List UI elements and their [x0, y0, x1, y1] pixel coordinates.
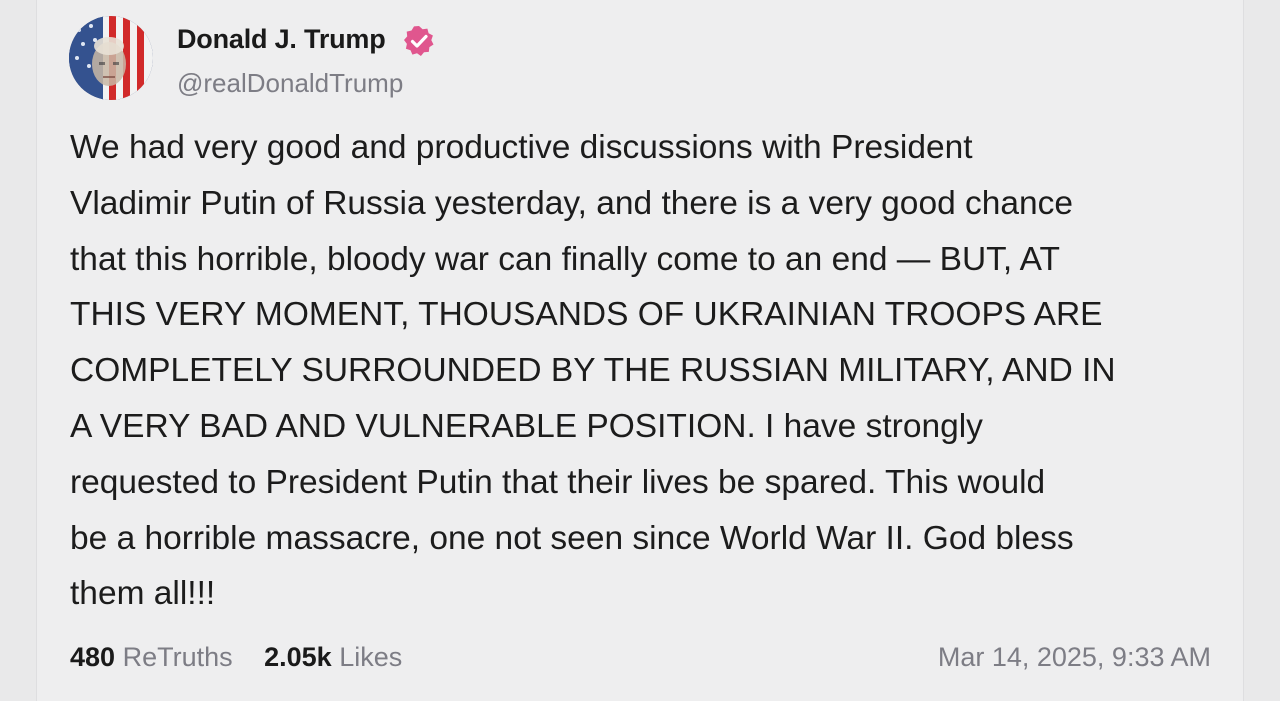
likes-count: 2.05k [264, 642, 332, 672]
post-timestamp[interactable]: Mar 14, 2025, 9:33 AM [938, 642, 1211, 673]
retruths-label: ReTruths [122, 642, 233, 672]
likes-stat[interactable]: 2.05k Likes [264, 642, 402, 672]
post-stats: 480 ReTruths 2.05k Likes [70, 642, 426, 673]
verified-badge-icon [404, 26, 434, 56]
avatar-image [69, 16, 153, 100]
post-card: Donald J. Trump @realDonaldTrump We had … [36, 0, 1244, 701]
page: Donald J. Trump @realDonaldTrump We had … [0, 0, 1280, 701]
post-body-text: We had very good and productive discussi… [70, 129, 1116, 613]
retruths-count: 480 [70, 642, 116, 672]
author-handle[interactable]: @realDonaldTrump [177, 68, 403, 99]
author-avatar[interactable] [69, 16, 153, 100]
likes-label: Likes [339, 642, 403, 672]
retruths-stat[interactable]: 480 ReTruths [70, 642, 233, 672]
author-display-name[interactable]: Donald J. Trump [177, 24, 386, 55]
